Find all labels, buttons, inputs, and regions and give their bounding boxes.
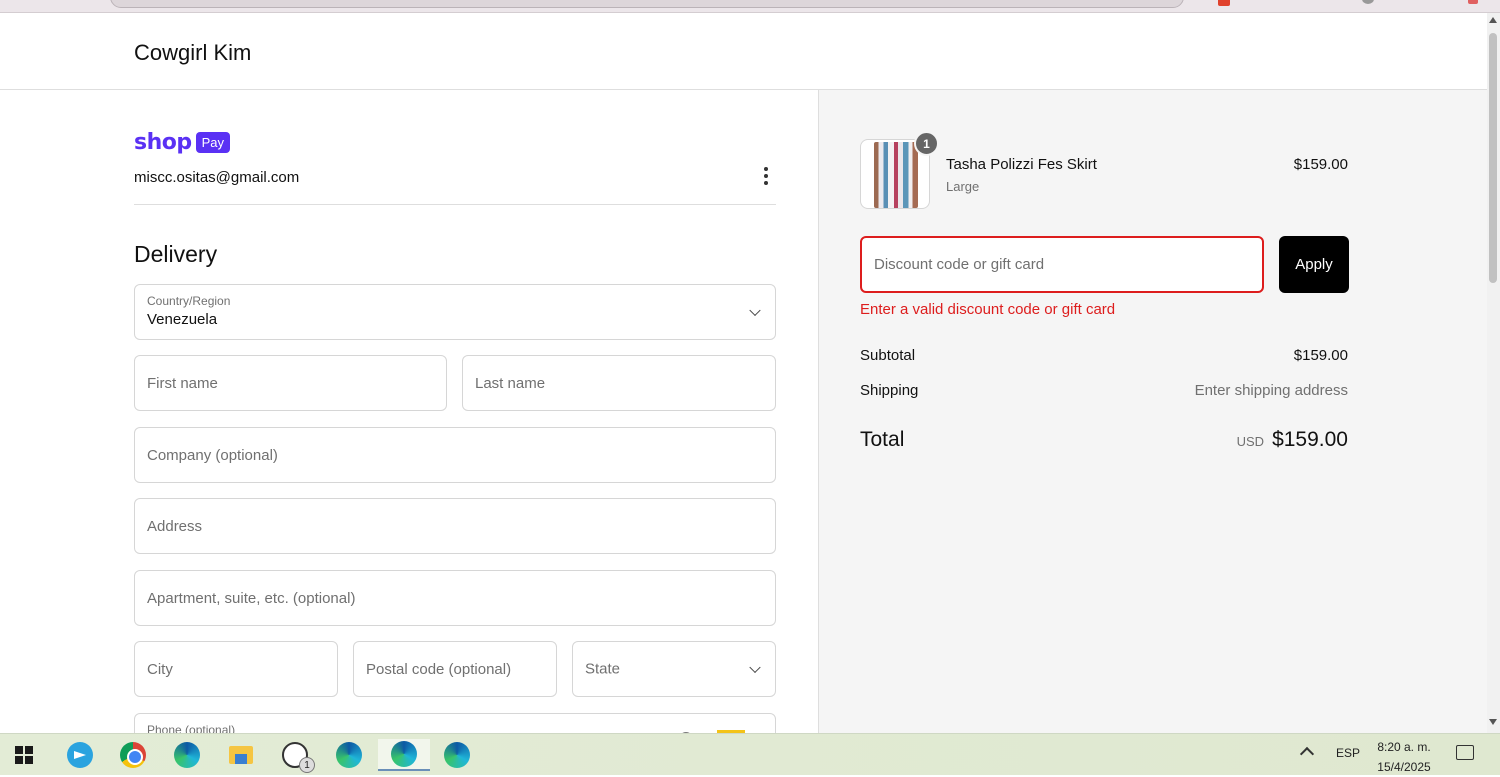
- order-summary-panel: 1 Tasha Polizzi Fes Skirt Large $159.00 …: [818, 90, 1487, 733]
- city-input[interactable]: [135, 642, 337, 696]
- language-indicator[interactable]: ESP: [1336, 746, 1360, 760]
- total-value: $159.00: [1272, 428, 1348, 451]
- discount-field[interactable]: [860, 236, 1264, 293]
- first-name-input[interactable]: [135, 356, 446, 410]
- edge-icon[interactable]: [378, 739, 430, 771]
- shop-pay-badge: Pay: [195, 131, 231, 153]
- phone-label: Phone (optional): [147, 723, 236, 733]
- shipping-value: Enter shipping address: [1194, 382, 1348, 399]
- apply-button[interactable]: Apply: [1279, 236, 1349, 293]
- postal-code-input[interactable]: [354, 642, 556, 696]
- whatsapp-icon[interactable]: 1: [275, 739, 315, 773]
- whatsapp-badge: 1: [299, 757, 315, 773]
- edge-icon[interactable]: [329, 739, 369, 771]
- discount-input[interactable]: [862, 238, 1262, 291]
- company-input[interactable]: [135, 428, 775, 482]
- total: USD $159.00: [1237, 428, 1348, 452]
- total-label: Total: [860, 428, 905, 451]
- discount-error: Enter a valid discount code or gift card: [860, 301, 1116, 318]
- address-field[interactable]: [134, 498, 776, 554]
- clock-time: 8:20 a. m.: [1377, 740, 1431, 754]
- browser-toolbar: [0, 0, 1500, 13]
- scrollbar-thumb[interactable]: [1489, 33, 1497, 283]
- clock[interactable]: 8:20 a. m. 15/4/2025: [1372, 737, 1436, 777]
- postal-code-field[interactable]: [353, 641, 557, 697]
- shipping-label: Shipping: [860, 382, 919, 399]
- phone-field[interactable]: Phone (optional): [134, 713, 776, 733]
- account-email: miscc.ositas@gmail.com: [134, 169, 300, 186]
- product-name: Tasha Polizzi Fes Skirt: [946, 156, 1097, 173]
- state-placeholder: State: [585, 660, 621, 678]
- edge-icon[interactable]: [437, 739, 477, 771]
- product-price: $159.00: [1293, 156, 1348, 173]
- store-name[interactable]: Cowgirl Kim: [134, 40, 251, 66]
- checkout-header: Cowgirl Kim: [0, 13, 1487, 90]
- extension-icon[interactable]: [1468, 0, 1478, 4]
- chevron-down-icon: [749, 304, 761, 317]
- checkout-form-panel: shop Pay miscc.ositas@gmail.com Delivery…: [0, 90, 818, 733]
- shop-pay-wordmark: shop: [134, 129, 192, 155]
- subtotal-label: Subtotal: [860, 347, 916, 364]
- total-currency: USD: [1236, 434, 1265, 449]
- city-field[interactable]: [134, 641, 338, 697]
- country-label: Country/Region: [147, 294, 231, 308]
- subtotal-value: $159.00: [1293, 347, 1348, 364]
- state-select[interactable]: State: [572, 641, 776, 697]
- company-field[interactable]: [134, 427, 776, 483]
- chrome-icon[interactable]: [113, 739, 153, 771]
- last-name-input[interactable]: [463, 356, 775, 410]
- chevron-down-icon: [749, 661, 761, 674]
- clock-date: 15/4/2025: [1377, 760, 1431, 774]
- scroll-down-icon[interactable]: [1489, 719, 1497, 725]
- telegram-icon[interactable]: [60, 739, 100, 771]
- divider: [134, 204, 776, 205]
- apartment-input[interactable]: [135, 571, 775, 625]
- extension-icon[interactable]: [1218, 0, 1230, 6]
- page-scrollbar[interactable]: [1487, 13, 1500, 733]
- country-value: Venezuela: [147, 311, 218, 328]
- apartment-field[interactable]: [134, 570, 776, 626]
- last-name-field[interactable]: [462, 355, 776, 411]
- shop-pay-logo: shop Pay: [134, 129, 231, 155]
- windows-start-icon[interactable]: [4, 739, 44, 771]
- edge-profile-icon[interactable]: [167, 739, 207, 771]
- windows-taskbar: 1: [0, 733, 1500, 775]
- country-select[interactable]: Country/Region Venezuela: [134, 284, 776, 340]
- address-bar[interactable]: [110, 0, 1184, 8]
- more-options-icon[interactable]: [756, 164, 776, 188]
- profile-icon[interactable]: [1362, 0, 1374, 4]
- address-input[interactable]: [135, 499, 775, 553]
- product-variant: Large: [946, 179, 980, 194]
- file-explorer-icon[interactable]: [221, 739, 261, 771]
- quantity-badge: 1: [914, 131, 939, 156]
- scroll-up-icon[interactable]: [1489, 17, 1497, 23]
- delivery-heading: Delivery: [134, 241, 218, 267]
- notification-icon[interactable]: [1456, 745, 1474, 760]
- first-name-field[interactable]: [134, 355, 447, 411]
- skirt-image: [874, 142, 918, 208]
